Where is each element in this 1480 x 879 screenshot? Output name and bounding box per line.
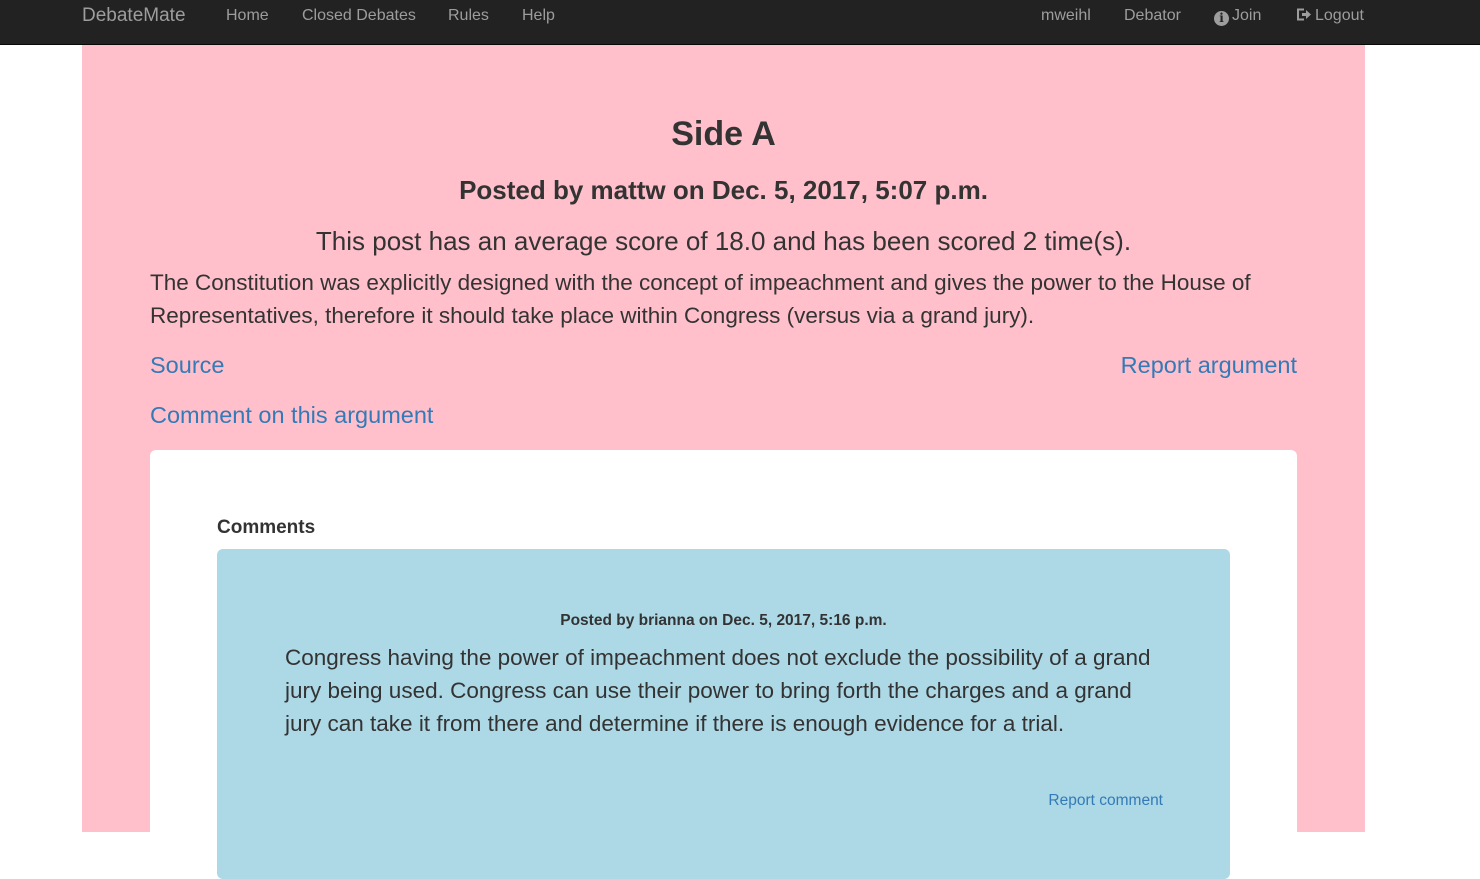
argument-text: The Constitution was explicitly designed…	[150, 270, 1251, 328]
nav-rules-link[interactable]: Rules	[448, 0, 489, 31]
logout-icon	[1297, 8, 1311, 21]
comment-text: Congress having the power of impeachment…	[285, 645, 1151, 736]
nav-closed-debates-link[interactable]: Closed Debates	[302, 0, 416, 31]
comment-posted-by: Posted by brianna on Dec. 5, 2017, 5:16 …	[560, 612, 887, 629]
nav-username-link[interactable]: mweihl	[1041, 0, 1091, 31]
report-comment-link[interactable]: Report comment	[1048, 791, 1163, 811]
argument-posted-by: Posted by mattw on Dec. 5, 2017, 5:07 p.…	[459, 175, 988, 205]
info-icon: i	[1214, 11, 1229, 26]
top-navbar: DebateMate Home Closed Debates Rules Hel…	[0, 0, 1480, 45]
brand-link[interactable]: DebateMate	[82, 0, 186, 31]
nav-logout-link[interactable]: Logout	[1296, 0, 1364, 31]
logout-label: Logout	[1315, 7, 1364, 24]
join-label: Join	[1232, 7, 1262, 24]
nav-help-link[interactable]: Help	[522, 0, 555, 31]
side-title: Side A	[671, 115, 776, 153]
argument-score-line: This post has an average score of 18.0 a…	[315, 226, 1132, 256]
comments-section: Comments Posted by brianna on Dec. 5, 20…	[150, 450, 1297, 879]
comments-heading: Comments	[217, 517, 316, 538]
argument-panel: Side A Posted by mattw on Dec. 5, 2017, …	[82, 45, 1365, 879]
source-link[interactable]: Source	[150, 350, 224, 380]
comment-card: Posted by brianna on Dec. 5, 2017, 5:16 …	[217, 549, 1230, 879]
report-argument-link[interactable]: Report argument	[1121, 350, 1297, 380]
comment-on-argument-link[interactable]: Comment on this argument	[150, 400, 433, 430]
nav-home-link[interactable]: Home	[226, 0, 269, 31]
nav-join-link[interactable]: i Join	[1214, 0, 1261, 31]
nav-role-link[interactable]: Debator	[1124, 0, 1181, 31]
